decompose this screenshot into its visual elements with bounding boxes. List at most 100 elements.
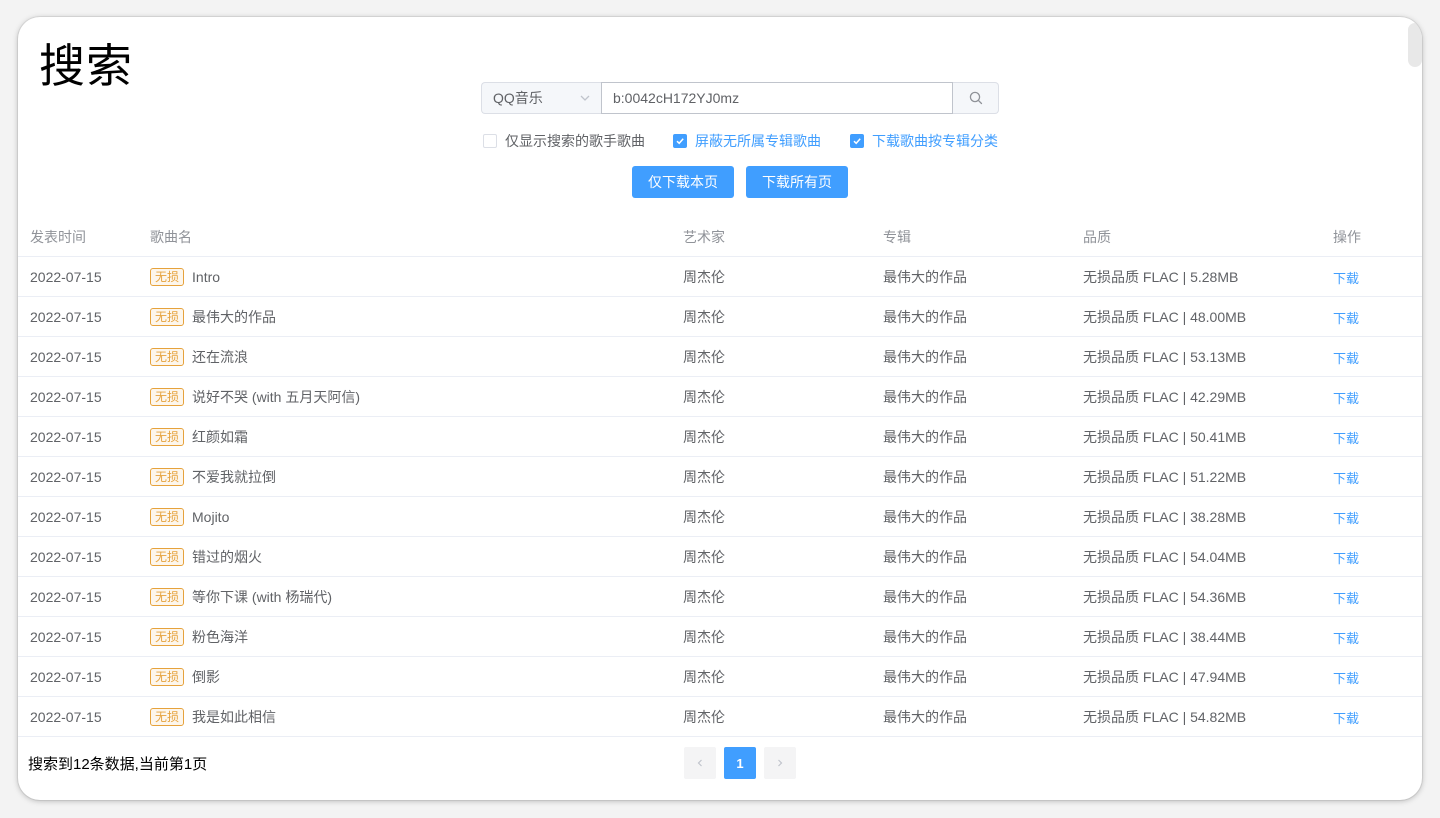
download-link[interactable]: 下载 (1333, 671, 1359, 686)
search-input[interactable] (601, 82, 953, 114)
cell-date: 2022-07-15 (30, 709, 102, 725)
cell-quality: 无损品质 FLAC | 53.13MB (1083, 349, 1247, 365)
cell-date: 2022-07-15 (30, 269, 102, 285)
header-quality: 品质 (1083, 229, 1111, 245)
cell-quality: 无损品质 FLAC | 51.22MB (1083, 469, 1247, 485)
download-link[interactable]: 下载 (1333, 591, 1359, 606)
table-row: 2022-07-15 无损 Mojito 周杰伦 最伟大的作品 无损品质 FLAC | 3… (18, 497, 1422, 537)
result-summary: 搜索到12条数据,当前第1页 (28, 756, 208, 773)
header-album: 专辑 (883, 229, 911, 245)
header-artist: 艺术家 (683, 229, 725, 245)
download-all-button[interactable]: 下载所有页 (746, 166, 848, 198)
cell-date: 2022-07-15 (30, 309, 102, 325)
song-name: Mojito (192, 509, 230, 525)
footer: 搜索到12条数据,当前第1页 1 (18, 745, 1422, 781)
cell-quality: 无损品质 FLAC | 54.04MB (1083, 549, 1247, 565)
download-link[interactable]: 下载 (1333, 271, 1359, 286)
quality-tag: 无损 (150, 388, 185, 406)
download-link[interactable]: 下载 (1333, 711, 1359, 726)
cell-name: 无损 粉色海洋 (150, 617, 248, 657)
table-row: 2022-07-15 无损 我是如此相信 周杰伦 最伟大的作品 无损品质 FLAC | 5… (18, 697, 1422, 737)
download-link[interactable]: 下载 (1333, 351, 1359, 366)
cell-name: 无损 Mojito (150, 497, 229, 537)
cell-op: 下载 (1333, 457, 1359, 497)
cell-artist: 周杰伦 (683, 709, 725, 725)
next-page-button[interactable] (764, 747, 796, 779)
cell-date: 2022-07-15 (30, 589, 102, 605)
table-body: 2022-07-15 无损 Intro 周杰伦 最伟大的作品 无损品质 FLAC | 5.… (18, 257, 1422, 737)
cell-op: 下载 (1333, 577, 1359, 617)
option-checkbox-3[interactable]: 下载歌曲按专辑分类 (850, 131, 998, 151)
check-icon (853, 138, 861, 145)
option-checkbox-1[interactable]: 仅显示搜索的歌手歌曲 (483, 131, 645, 151)
cell-op: 下载 (1333, 617, 1359, 657)
header-name: 歌曲名 (150, 229, 192, 245)
cell-op: 下载 (1333, 697, 1359, 737)
search-icon (969, 91, 982, 105)
cell-name: 无损 Intro (150, 257, 220, 297)
prev-page-button[interactable] (684, 747, 716, 779)
download-link[interactable]: 下载 (1333, 511, 1359, 526)
quality-tag: 无损 (150, 548, 185, 566)
source-select[interactable]: QQ音乐 (481, 82, 601, 114)
cell-date: 2022-07-15 (30, 469, 102, 485)
search-options: 仅显示搜索的歌手歌曲 屏蔽无所属专辑歌曲 下载歌曲按专辑分类 (18, 131, 1422, 149)
table-row: 2022-07-15 无损 最伟大的作品 周杰伦 最伟大的作品 无损品质 FLAC | 4… (18, 297, 1422, 337)
cell-artist: 周杰伦 (683, 309, 725, 325)
cell-quality: 无损品质 FLAC | 47.94MB (1083, 669, 1247, 685)
cell-artist: 周杰伦 (683, 389, 725, 405)
cell-artist: 周杰伦 (683, 269, 725, 285)
download-link[interactable]: 下载 (1333, 551, 1359, 566)
app-window: 搜索 QQ音乐 仅显示搜索的歌手歌曲 屏蔽无所属专辑歌曲 下载歌曲按专辑分类 仅下载… (18, 17, 1422, 800)
cell-quality: 无损品质 FLAC | 54.36MB (1083, 589, 1247, 605)
quality-tag: 无损 (150, 268, 185, 286)
song-name: 等你下课 (with 杨瑞代) (192, 589, 333, 605)
download-link[interactable]: 下载 (1333, 431, 1359, 446)
download-link[interactable]: 下载 (1333, 471, 1359, 486)
option-label: 下载歌曲按专辑分类 (872, 133, 998, 149)
quality-tag: 无损 (150, 348, 185, 366)
cell-op: 下载 (1333, 337, 1359, 377)
table-row: 2022-07-15 无损 还在流浪 周杰伦 最伟大的作品 无损品质 FLAC | 53.… (18, 337, 1422, 377)
cell-quality: 无损品质 FLAC | 42.29MB (1083, 389, 1247, 405)
header-date: 发表时间 (30, 229, 86, 245)
cell-name: 无损 最伟大的作品 (150, 297, 276, 337)
option-label: 仅显示搜索的歌手歌曲 (505, 133, 645, 149)
checkbox-box[interactable] (483, 134, 497, 148)
cell-op: 下载 (1333, 657, 1359, 697)
scrollbar-thumb[interactable] (1408, 23, 1422, 67)
download-link[interactable]: 下载 (1333, 391, 1359, 406)
cell-name: 无损 倒影 (150, 657, 220, 697)
cell-name: 无损 不爱我就拉倒 (150, 457, 276, 497)
header-op: 操作 (1333, 229, 1361, 245)
cell-artist: 周杰伦 (683, 549, 725, 565)
check-icon (676, 138, 684, 145)
download-link[interactable]: 下载 (1333, 311, 1359, 326)
cell-album: 最伟大的作品 (883, 509, 967, 525)
cell-op: 下载 (1333, 257, 1359, 297)
cell-artist: 周杰伦 (683, 469, 725, 485)
cell-artist: 周杰伦 (683, 629, 725, 645)
table-row: 2022-07-15 无损 粉色海洋 周杰伦 最伟大的作品 无损品质 FLAC | 38.… (18, 617, 1422, 657)
quality-tag: 无损 (150, 308, 185, 326)
option-checkbox-2[interactable]: 屏蔽无所属专辑歌曲 (673, 131, 821, 151)
download-page-button[interactable]: 仅下载本页 (632, 166, 734, 198)
cell-album: 最伟大的作品 (883, 429, 967, 445)
cell-quality: 无损品质 FLAC | 5.28MB (1083, 269, 1239, 285)
cell-album: 最伟大的作品 (883, 389, 967, 405)
quality-tag: 无损 (150, 668, 185, 686)
checkbox-box[interactable] (850, 134, 864, 148)
page-number-current[interactable]: 1 (724, 747, 756, 779)
checkbox-box[interactable] (673, 134, 687, 148)
download-link[interactable]: 下载 (1333, 631, 1359, 646)
quality-tag: 无损 (150, 628, 185, 646)
song-name: 最伟大的作品 (192, 309, 277, 325)
chevron-left-icon (697, 759, 702, 767)
chevron-right-icon (778, 759, 783, 767)
cell-op: 下载 (1333, 537, 1359, 577)
song-table: 发表时间 歌曲名 艺术家 专辑 品质 操作 2022-07-15 无损 Intro 周… (18, 217, 1422, 737)
cell-op: 下载 (1333, 417, 1359, 457)
search-button[interactable] (953, 82, 999, 114)
table-row: 2022-07-15 无损 红颜如霜 周杰伦 最伟大的作品 无损品质 FLAC | 50.… (18, 417, 1422, 457)
table-header: 发表时间 歌曲名 艺术家 专辑 品质 操作 (18, 217, 1422, 257)
